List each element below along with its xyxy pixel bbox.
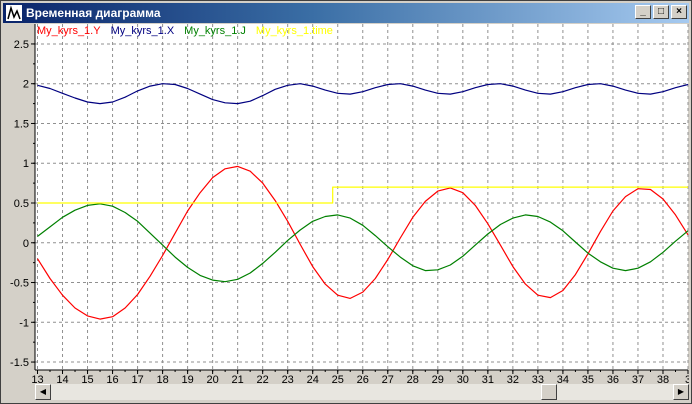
legend-entry[interactable]: My_kyrs_1.Y (37, 25, 101, 37)
x-tick-label: 20 (207, 374, 219, 383)
window-title: Временная диаграмма (26, 6, 161, 20)
y-tick-label: 2.5 (14, 39, 29, 51)
y-tick-label: 1.5 (14, 118, 29, 130)
x-tick-label: 30 (457, 374, 469, 383)
y-tick-label: 2 (23, 79, 29, 91)
x-tick-label: 29 (432, 374, 444, 383)
x-tick-label: 21 (232, 374, 244, 383)
plot-area: 2.5 2 1.5 1 0.5 0 -0.5 -1 -1.5 13 14 15 16 17 18 19 20 21… (3, 24, 691, 386)
y-tick-label: -0.5 (10, 278, 29, 290)
x-tick-label: 23 (282, 374, 294, 383)
scroll-corner (3, 384, 35, 400)
scroll-right-button[interactable]: ▶ (673, 384, 689, 400)
window-controls: _ □ × (633, 5, 687, 19)
x-tick-label: 34 (557, 374, 569, 383)
legend-entry[interactable]: My_kyrs_1.time (256, 25, 333, 37)
x-tick-label: 17 (131, 374, 143, 383)
x-tick-label: 3 (685, 374, 689, 383)
x-tick-label: 14 (56, 374, 68, 383)
x-tick-label: 26 (357, 374, 369, 383)
legend-entry[interactable]: My_kyrs_1.X (111, 25, 175, 37)
y-tick-label: -1.5 (10, 357, 29, 369)
chart-app-icon (6, 5, 22, 21)
x-tick-label: 38 (657, 374, 669, 383)
close-button[interactable]: × (671, 5, 687, 19)
y-tick-label: 0 (23, 238, 29, 250)
y-tick-label: -1 (19, 317, 29, 329)
x-tick-label: 35 (582, 374, 594, 383)
x-tick-label: 25 (332, 374, 344, 383)
x-tick-label: 31 (482, 374, 494, 383)
x-tick-label: 13 (31, 374, 43, 383)
x-tick-label: 18 (156, 374, 168, 383)
scroll-thumb[interactable] (541, 384, 557, 400)
legend-entry[interactable]: My_kyrs_1.J (184, 25, 246, 37)
x-tick-label: 33 (532, 374, 544, 383)
horizontal-scrollbar[interactable]: ◀ ▶ (35, 384, 689, 400)
scroll-left-button[interactable]: ◀ (35, 384, 51, 400)
x-tick-label: 27 (382, 374, 394, 383)
x-tick-label: 36 (607, 374, 619, 383)
y-tick-label: 1 (23, 158, 29, 170)
maximize-button[interactable]: □ (653, 5, 669, 19)
x-tick-label: 28 (407, 374, 419, 383)
x-tick-label: 32 (507, 374, 519, 383)
x-tick-label: 22 (257, 374, 269, 383)
y-tick-label: 0.5 (14, 198, 29, 210)
timing-diagram-window: Временная диаграмма _ □ × 2.5 2 1.5 1 0.5 0 -0… (0, 0, 692, 404)
x-tick-label: 16 (106, 374, 118, 383)
x-tick-label: 24 (307, 374, 319, 383)
x-tick-label: 19 (181, 374, 193, 383)
x-tick-label: 37 (632, 374, 644, 383)
plot-background (35, 24, 688, 370)
timing-chart[interactable]: 2.5 2 1.5 1 0.5 0 -0.5 -1 -1.513 14 15 16 17 18 19 20 21… (3, 24, 691, 386)
title-bar[interactable]: Временная диаграмма _ □ × (3, 3, 689, 23)
minimize-button[interactable]: _ (635, 5, 651, 19)
x-tick-label: 15 (81, 374, 93, 383)
